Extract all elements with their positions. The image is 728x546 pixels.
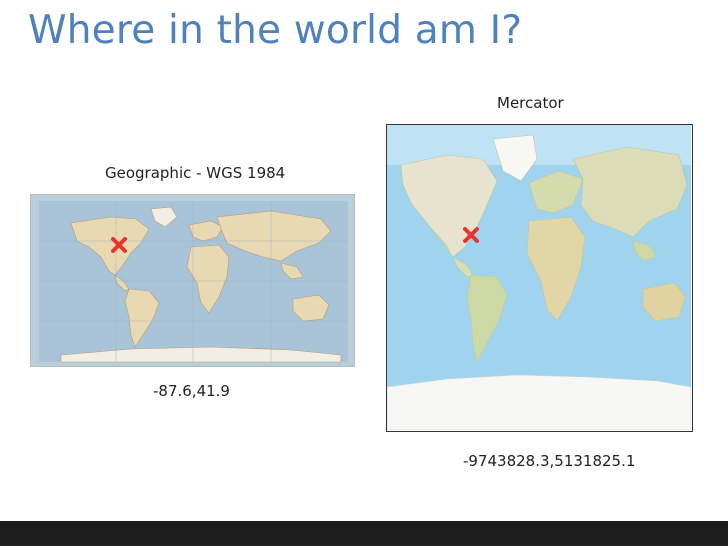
geographic-coordinates: -87.6,41.9 [153, 382, 230, 400]
red-x-icon [111, 237, 127, 253]
red-x-icon [463, 227, 479, 243]
footer-bar [0, 521, 728, 546]
mercator-coordinates: -9743828.3,5131825.1 [463, 452, 636, 470]
mercator-world-map [386, 124, 693, 432]
mercator-caption: Mercator [497, 94, 564, 112]
geographic-caption: Geographic - WGS 1984 [105, 164, 286, 182]
slide-title: Where in the world am I? [28, 8, 523, 53]
geographic-world-map [30, 194, 355, 367]
mercator-map-graphic [387, 125, 691, 430]
geographic-map-graphic [31, 195, 354, 366]
